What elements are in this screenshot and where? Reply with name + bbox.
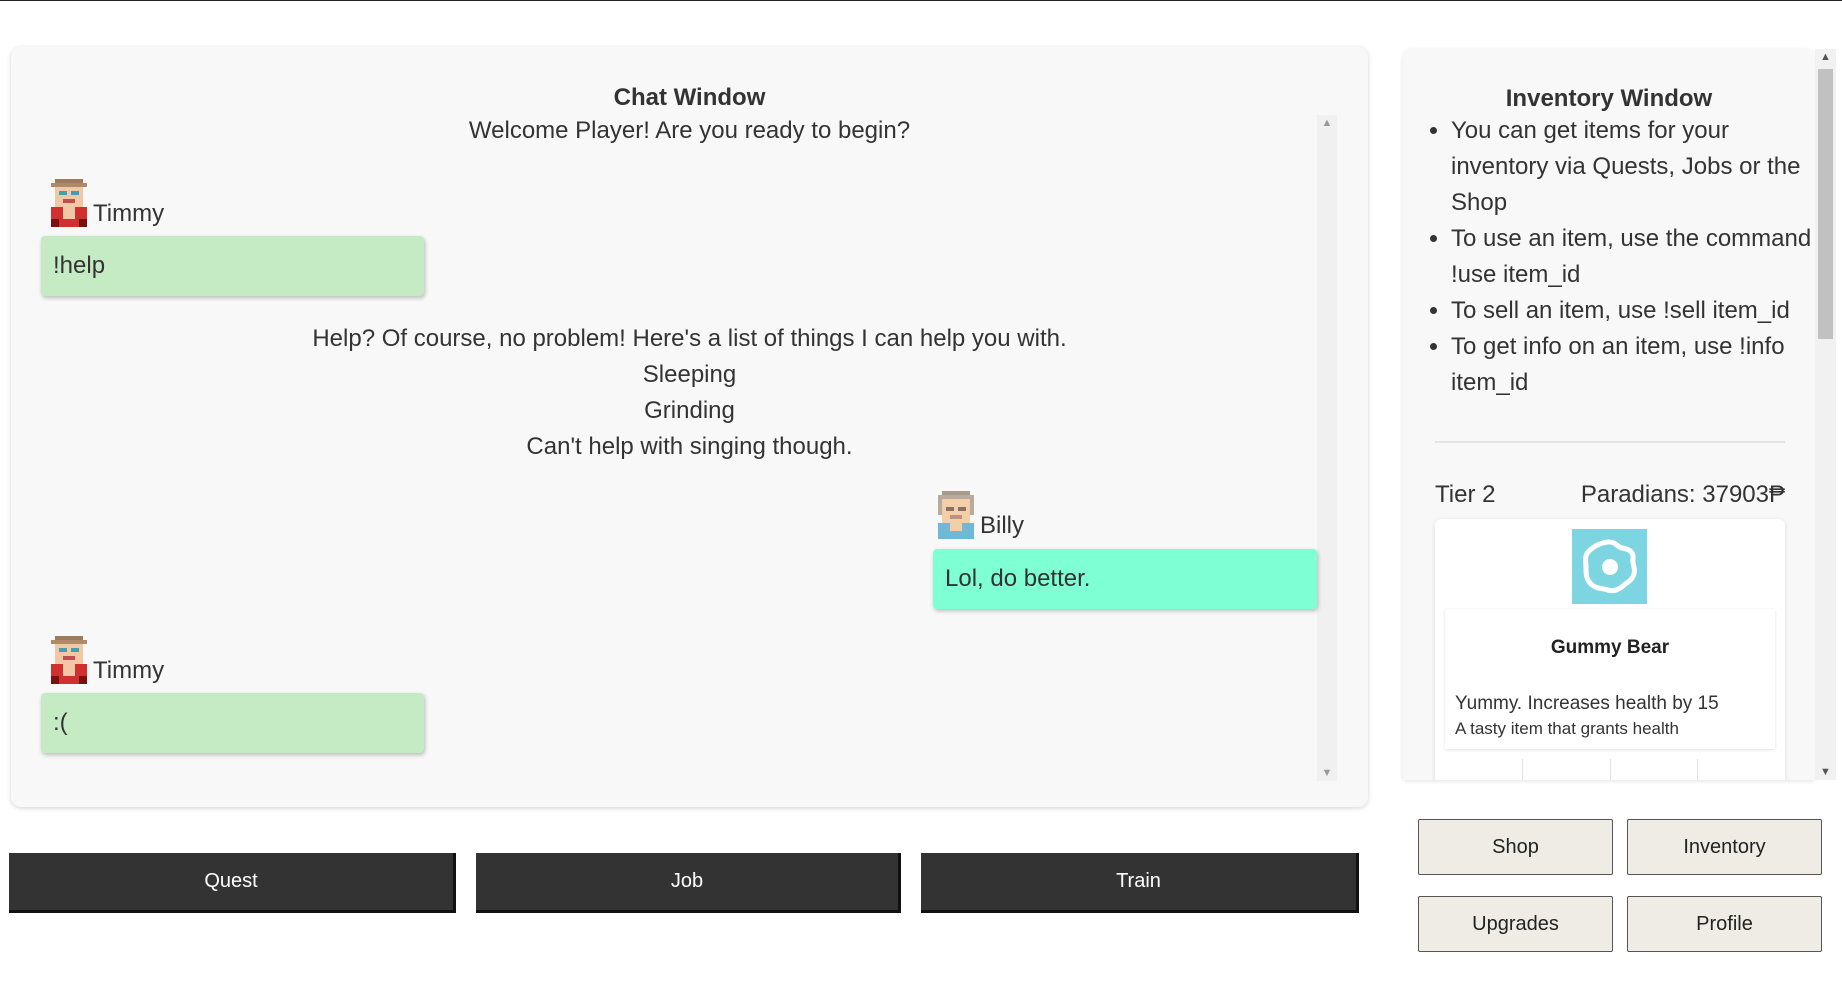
welcome-message: Welcome Player! Are you ready to begin?	[468, 117, 911, 144]
divider	[1435, 441, 1785, 443]
sender-name: Timmy	[93, 200, 165, 227]
item-card[interactable]: Gummy Bear Yummy. Increases health by 15…	[1435, 519, 1785, 780]
tier-label: Tier 2	[1435, 481, 1496, 508]
timmy-avatar	[51, 179, 87, 227]
train-button[interactable]: Train	[921, 853, 1359, 913]
item-name: Gummy Bear	[1550, 637, 1670, 658]
chat-bubble: Lol, do better.	[933, 549, 1317, 609]
item-effect: Yummy. Increases health by 15	[1455, 693, 1719, 714]
inventory-tip: To get info on an item, use !info item_i…	[1451, 329, 1815, 401]
chat-bubble: :(	[41, 693, 424, 753]
inventory-tip: To use an item, use the command !use ite…	[1451, 221, 1815, 293]
upgrades-button[interactable]: Upgrades	[1418, 896, 1613, 952]
tier-row: Tier 2 Paradians: 37903₱	[1435, 481, 1785, 509]
inventory-tip: You can get items for your inventory via…	[1451, 113, 1815, 221]
paradians-balance: Paradians: 37903₱	[1580, 481, 1785, 508]
chat-window: Chat Window ▲ ▼ Welcome Player! Are you …	[11, 47, 1368, 807]
help-reply-line: Grinding	[644, 397, 735, 424]
inventory-scrollbar[interactable]: ▲ ▼	[1815, 49, 1836, 780]
job-button[interactable]: Job	[476, 853, 901, 913]
item-tier-label: Tier:	[1609, 759, 1698, 780]
window-top-border	[0, 0, 1842, 1]
shop-button[interactable]: Shop	[1418, 819, 1613, 875]
inventory-window: Inventory Window You can get items for y…	[1403, 49, 1815, 780]
inventory-title: Inventory Window	[1505, 85, 1713, 112]
scroll-up-icon[interactable]: ▲	[1815, 51, 1836, 63]
item-description: A tasty item that grants health	[1455, 719, 1679, 738]
item-stats: Price: ID: Tier: Type:	[1435, 759, 1785, 780]
message-sender: Timmy	[47, 179, 164, 227]
help-reply: Help? Of course, no problem! Here's a li…	[11, 321, 1368, 465]
scrollbar-thumb[interactable]	[1818, 69, 1833, 339]
item-type-label: Type:	[1697, 759, 1785, 780]
item-details: Gummy Bear Yummy. Increases health by 15…	[1445, 609, 1775, 749]
message-sender: Billy	[934, 491, 1024, 539]
item-price-label: Price:	[1435, 759, 1522, 780]
sender-name: Timmy	[93, 657, 165, 684]
chat-title: Chat Window	[613, 84, 766, 111]
quest-button[interactable]: Quest	[9, 853, 456, 913]
help-reply-line: Help? Of course, no problem! Here's a li…	[312, 325, 1067, 352]
billy-avatar	[938, 491, 974, 539]
item-id-label: ID:	[1521, 759, 1610, 780]
message-sender: Timmy	[47, 636, 164, 684]
inventory-tips: You can get items for your inventory via…	[1425, 113, 1815, 401]
scroll-down-icon[interactable]: ▼	[1317, 767, 1337, 779]
chat-bubble: !help	[41, 236, 424, 296]
inventory-button[interactable]: Inventory	[1627, 819, 1822, 875]
help-reply-line: Can't help with singing though.	[526, 433, 853, 460]
timmy-avatar	[51, 636, 87, 684]
gummy-bear-icon	[1572, 529, 1647, 604]
inventory-tip: To sell an item, use !sell item_id	[1451, 293, 1815, 329]
help-reply-line: Sleeping	[642, 361, 737, 388]
scroll-down-icon[interactable]: ▼	[1815, 766, 1836, 778]
profile-button[interactable]: Profile	[1627, 896, 1822, 952]
sender-name: Billy	[980, 512, 1025, 539]
